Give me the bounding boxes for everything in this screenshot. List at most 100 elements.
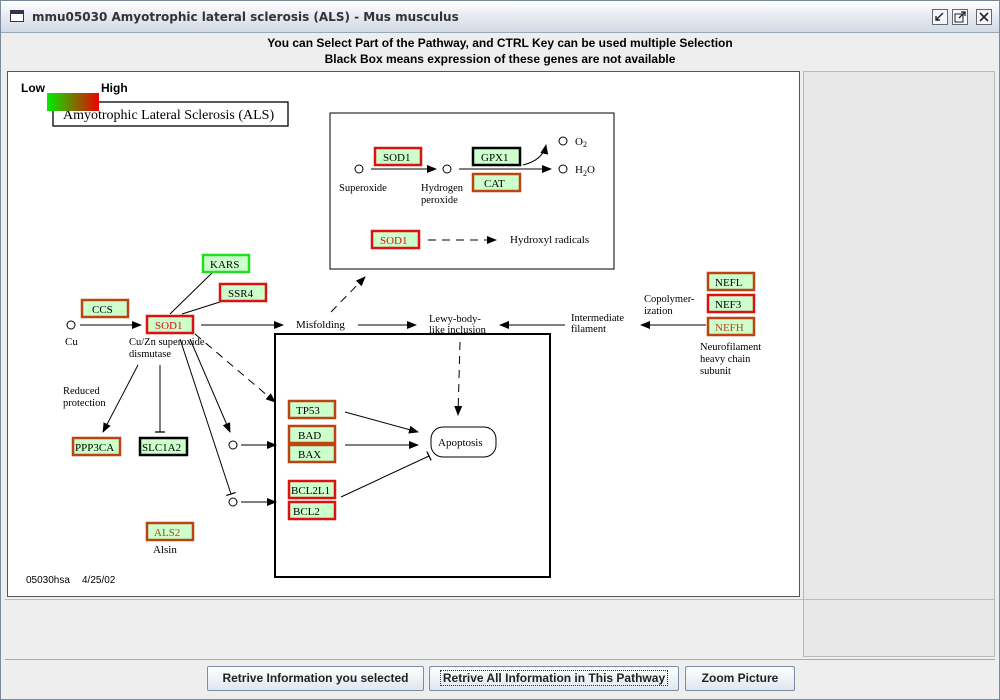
label-neurofilament-1: Neurofilament xyxy=(700,342,761,353)
svg-text:TP53: TP53 xyxy=(296,405,320,417)
edge xyxy=(522,144,549,166)
superoxide-compound[interactable] xyxy=(354,164,364,174)
edge xyxy=(454,341,463,416)
edge xyxy=(169,271,214,315)
svg-text:PPP3CA: PPP3CA xyxy=(75,442,114,454)
button-bar: Retrive Information you selected Retrive… xyxy=(5,659,995,697)
footer-map-id: 05030hsa xyxy=(26,575,70,586)
gene-box-slc1a2[interactable]: SLC1A2 xyxy=(138,436,189,457)
label-hydrogen: Hydrogen xyxy=(421,183,464,194)
label-cuzn-1: Cu/Zn superoxide xyxy=(129,337,205,348)
svg-text:SSR4: SSR4 xyxy=(228,288,254,300)
instructions: You can Select Part of the Pathway, and … xyxy=(1,35,999,67)
pathway-canvas[interactable]: Amyotrophic Lateral Sclerosis (ALS) Low … xyxy=(7,71,800,597)
close-button[interactable] xyxy=(976,9,992,25)
edge xyxy=(344,411,419,434)
edge xyxy=(194,333,276,403)
side-panel xyxy=(803,71,995,657)
label-neurofilament-2: heavy chain xyxy=(700,354,751,365)
label-misfolding: Misfolding xyxy=(296,319,345,331)
gene-box-ccs[interactable]: CCS xyxy=(80,298,130,319)
legend-low-label: Low xyxy=(21,81,46,95)
svg-text:CAT: CAT xyxy=(484,178,505,190)
gene-box-kars[interactable]: KARS xyxy=(201,253,251,274)
gene-box-sod1[interactable]: SOD1 xyxy=(373,146,423,167)
gene-box-gpx1[interactable]: GPX1 xyxy=(471,146,522,167)
minimize-button[interactable] xyxy=(932,9,948,25)
legend-gradient xyxy=(47,93,99,111)
edge xyxy=(189,338,231,433)
hydrogen-peroxide-compound[interactable] xyxy=(442,164,452,174)
gene-box-nefh[interactable]: NEFH xyxy=(706,316,756,337)
window-icon xyxy=(10,10,24,22)
label-reduced-2: protection xyxy=(63,398,106,409)
label-intermediate-2: filament xyxy=(571,324,606,335)
retrieve-all-button[interactable]: Retrive All Information in This Pathway xyxy=(429,666,679,691)
instruction-line-2: Black Box means expression of these gene… xyxy=(324,52,676,66)
close-icon xyxy=(979,12,989,22)
label-superoxide: Superoxide xyxy=(339,183,387,194)
label-lewy-2: like inclusion xyxy=(429,325,487,336)
minimize-icon xyxy=(935,12,944,21)
label-lewy-1: Lewy-body- xyxy=(429,314,481,325)
maximize-button[interactable] xyxy=(952,9,968,25)
empty-panel xyxy=(5,599,995,657)
gene-box-nef3[interactable]: NEF3 xyxy=(706,293,756,314)
gene-box-als2[interactable]: ALS2 xyxy=(145,521,195,542)
gene-box-ssr4[interactable]: SSR4 xyxy=(218,282,268,303)
svg-text:NEFH: NEFH xyxy=(715,322,744,334)
cu-compound[interactable] xyxy=(66,320,76,330)
compound-node-1[interactable] xyxy=(228,440,238,450)
edge xyxy=(181,300,224,315)
svg-text:ALS2: ALS2 xyxy=(154,527,180,539)
label-o2: O2 xyxy=(575,136,587,149)
main-window: mmu05030 Amyotrophic lateral sclerosis (… xyxy=(0,0,1000,700)
gene-box-bcl2[interactable]: BCL2 xyxy=(287,500,337,521)
footer-map-date: 4/25/02 xyxy=(82,575,116,586)
svg-text:BCL2L1: BCL2L1 xyxy=(291,485,330,497)
label-copoly-2: ization xyxy=(644,306,673,317)
retrieve-selected-button[interactable]: Retrive Information you selected xyxy=(207,666,424,691)
svg-text:NEFL: NEFL xyxy=(715,277,743,289)
gene-box-sod1-main[interactable]: SOD1 xyxy=(145,314,195,335)
svg-text:SLC1A2: SLC1A2 xyxy=(142,442,181,454)
label-reduced-1: Reduced xyxy=(63,386,100,397)
window-title: mmu05030 Amyotrophic lateral sclerosis (… xyxy=(32,10,459,24)
gene-box-tp53[interactable]: TP53 xyxy=(287,399,337,420)
title-bar: mmu05030 Amyotrophic lateral sclerosis (… xyxy=(1,1,999,33)
svg-text:BAX: BAX xyxy=(298,449,321,461)
gene-box-nefl[interactable]: NEFL xyxy=(706,271,756,292)
gene-box-ppp3ca[interactable]: PPP3CA xyxy=(71,436,122,457)
svg-text:BCL2: BCL2 xyxy=(293,506,320,518)
label-peroxide: peroxide xyxy=(421,195,458,206)
compound-node-2[interactable] xyxy=(228,497,238,507)
label-copoly-1: Copolymer- xyxy=(644,294,695,305)
label-alsin: Alsin xyxy=(153,544,177,556)
svg-text:KARS: KARS xyxy=(210,259,239,271)
maximize-icon xyxy=(954,11,966,23)
edge xyxy=(340,451,432,498)
label-cuzn-2: dismutase xyxy=(129,349,171,360)
label-neurofilament-3: subunit xyxy=(700,366,731,377)
label-hydroxyl: Hydroxyl radicals xyxy=(510,234,589,246)
gene-box-sod1-hydroxyl[interactable]: SOD1 xyxy=(370,229,421,250)
gene-box-bcl2l1[interactable]: BCL2L1 xyxy=(287,479,337,500)
o2-compound[interactable] xyxy=(558,136,568,146)
gene-box-bad[interactable]: BAD xyxy=(287,424,337,445)
gene-box-cat[interactable]: CAT xyxy=(471,172,522,193)
svg-text:SOD1: SOD1 xyxy=(383,152,411,164)
edge xyxy=(330,276,366,313)
h2o-compound[interactable] xyxy=(558,164,568,174)
instruction-line-1: You can Select Part of the Pathway, and … xyxy=(267,36,733,50)
gene-box-bax[interactable]: BAX xyxy=(287,443,337,464)
svg-text:CCS: CCS xyxy=(92,304,113,316)
label-h2o: H2O xyxy=(575,164,595,178)
svg-text:SOD1: SOD1 xyxy=(380,235,408,247)
legend-high-label: High xyxy=(101,81,128,95)
apoptosis-label: Apoptosis xyxy=(438,437,483,449)
zoom-picture-button[interactable]: Zoom Picture xyxy=(685,666,795,691)
pathway-map[interactable]: Amyotrophic Lateral Sclerosis (ALS) Low … xyxy=(8,72,800,597)
svg-text:GPX1: GPX1 xyxy=(481,152,509,164)
svg-text:NEF3: NEF3 xyxy=(715,299,742,311)
label-intermediate-1: Intermediate xyxy=(571,313,624,324)
